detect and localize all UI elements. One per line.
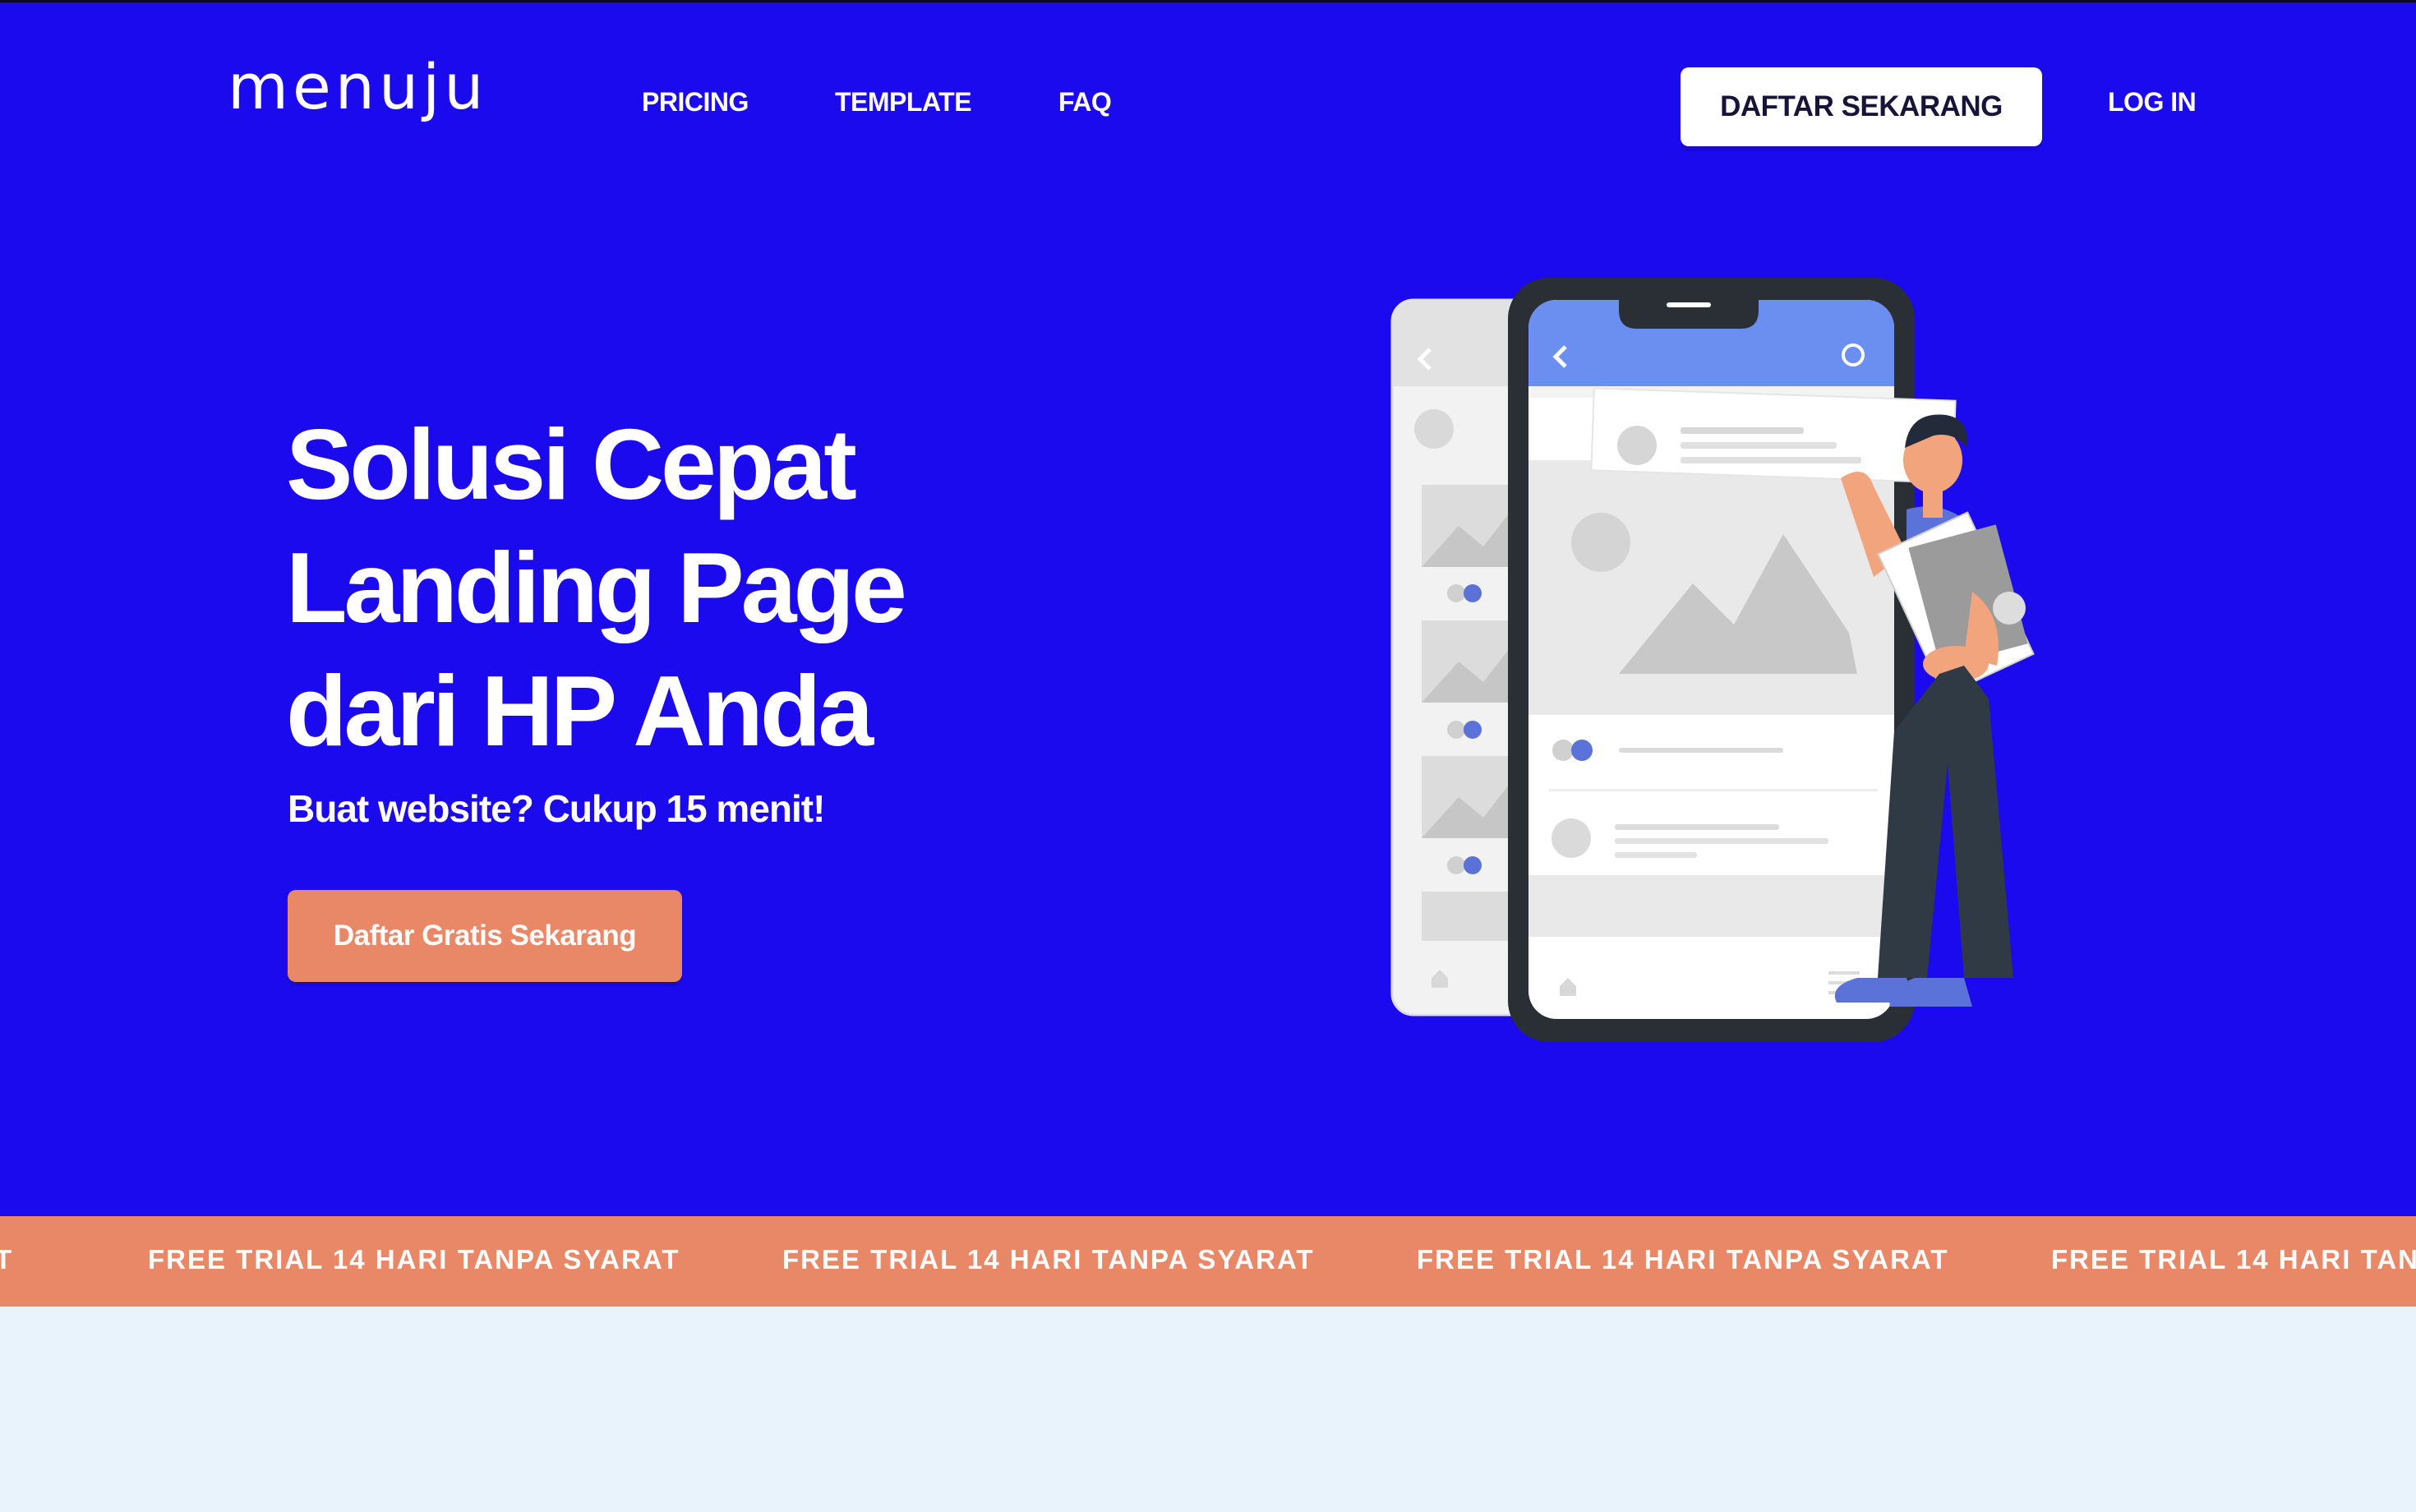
hero-subheadline: Buat website? Cukup 15 menit! [288,787,825,830]
banner-text-partial-right: FREE TRIAL 14 HARI TANP [2051,1244,2416,1275]
headline-line-1: Solusi Cepat [286,408,857,520]
banner-text: FREE TRIAL 14 HARI TANPA SYARAT [148,1244,680,1275]
hero-section: menuju PRICING TEMPLATE FAQ DAFTAR SEKAR… [0,0,2416,1216]
phone-person-illustration [1390,278,2035,1042]
login-link[interactable]: LOG IN [2108,89,2197,115]
free-trial-banner: T FREE TRIAL 14 HARI TANPA SYARAT FREE T… [0,1216,2416,1307]
nav-link-pricing[interactable]: PRICING [642,89,749,115]
signup-button[interactable]: DAFTAR SEKARANG [1681,67,2042,146]
banner-text-partial-left: T [0,1244,14,1275]
headline-line-2: Landing Page [286,532,907,643]
cta-signup-free-button[interactable]: Daftar Gratis Sekarang [288,890,682,982]
hero-headline: Solusi Cepat Landing Page dari HP Anda [286,403,1108,772]
nav-link-faq[interactable]: FAQ [1058,89,1112,115]
next-section [0,1307,2416,1512]
brand-logo[interactable]: menuju [228,56,487,118]
banner-text: FREE TRIAL 14 HARI TANPA SYARAT [1417,1244,1949,1275]
banner-text: FREE TRIAL 14 HARI TANPA SYARAT [782,1244,1315,1275]
top-border [0,0,2416,2]
headline-line-3: dari HP Anda [286,655,874,767]
nav-link-template[interactable]: TEMPLATE [835,89,972,115]
